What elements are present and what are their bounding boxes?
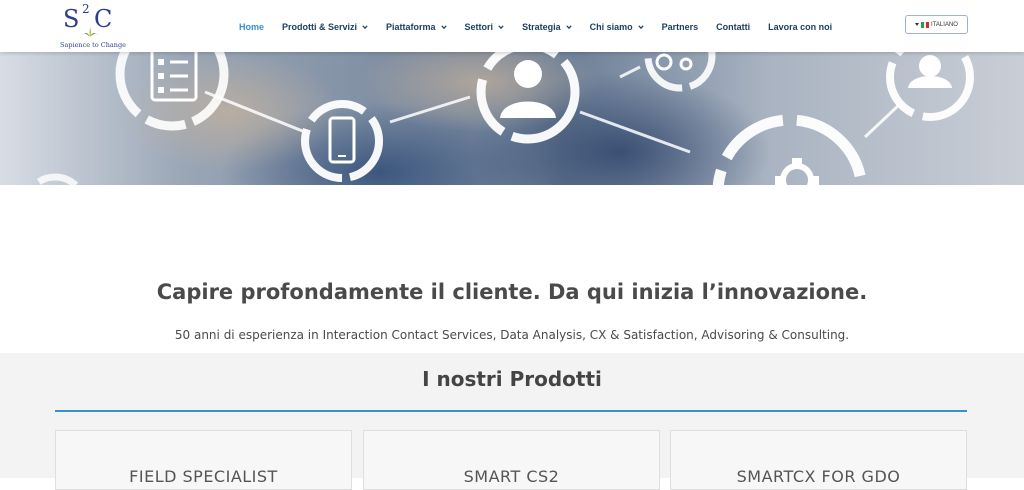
language-label: ITALIANO: [931, 21, 958, 28]
nav-item-strategia[interactable]: Strategia: [522, 22, 572, 32]
hero-illustration: [0, 52, 1024, 185]
nav-item-label: Prodotti & Servizi: [282, 22, 358, 32]
nav-item-contatti[interactable]: Contatti: [716, 22, 750, 32]
chevron-down-icon: [440, 25, 447, 30]
logo[interactable]: S2C Sapience to Change: [60, 2, 126, 49]
chevron-down-icon: [637, 25, 644, 30]
products-title: I nostri Prodotti: [422, 367, 602, 391]
nav-item-chi-siamo[interactable]: Chi siamo: [590, 22, 644, 32]
nav-item-piattaforma[interactable]: Piattaforma: [386, 22, 447, 32]
product-card-title: FIELD SPECIALIST: [129, 467, 278, 486]
product-card[interactable]: SMARTCX FOR GDO: [670, 430, 967, 490]
nav-item-lavora-con-noi[interactable]: Lavora con noi: [768, 22, 832, 32]
leaf-icon: [82, 27, 98, 37]
nav-item-label: Piattaforma: [386, 22, 436, 32]
nav-item-label: Partners: [661, 22, 699, 32]
site-header: S2C Sapience to Change Home Prodotti & Se…: [0, 0, 1024, 52]
product-card[interactable]: FIELD SPECIALIST: [55, 430, 352, 490]
main-nav: Home Prodotti & Servizi Piattaforma Settori…: [239, 19, 850, 35]
nav-item-label: Contatti: [716, 22, 751, 32]
product-card-title: SMARTCX FOR GDO: [736, 467, 901, 486]
nav-item-label: Home: [239, 22, 265, 32]
product-card[interactable]: SMART CS2: [363, 430, 660, 490]
nav-item-prodotti-servizi[interactable]: Prodotti & Servizi: [282, 22, 368, 32]
nav-item-home[interactable]: Home: [239, 22, 264, 32]
chevron-down-icon: [362, 25, 368, 30]
nav-item-partners[interactable]: Partners: [662, 22, 699, 32]
chevron-down-icon: [565, 25, 572, 30]
page-subheadline: 50 anni di esperienza in Interaction Con…: [174, 328, 850, 342]
nav-item-label: Chi siamo: [589, 22, 633, 32]
italy-flag-icon: [921, 21, 930, 28]
logo-tagline: Sapience to Change: [60, 41, 126, 49]
nav-item-settori[interactable]: Settori: [465, 22, 505, 32]
products-section: I nostri Prodotti FIELD SPECIALIST SMART…: [0, 353, 1024, 490]
nav-item-label: Strategia: [522, 22, 561, 32]
section-divider: [55, 410, 967, 412]
language-selector[interactable]: ITALIANO: [905, 15, 968, 34]
caret-down-icon: [915, 23, 920, 26]
nav-item-label: Settori: [464, 22, 494, 32]
chevron-down-icon: [498, 25, 504, 30]
nav-item-label: Lavora con noi: [768, 22, 833, 32]
page-headline: Capire profondamente il cliente. Da qui …: [156, 280, 868, 304]
hero-banner: [0, 52, 1024, 185]
product-card-title: SMART CS2: [463, 467, 560, 486]
